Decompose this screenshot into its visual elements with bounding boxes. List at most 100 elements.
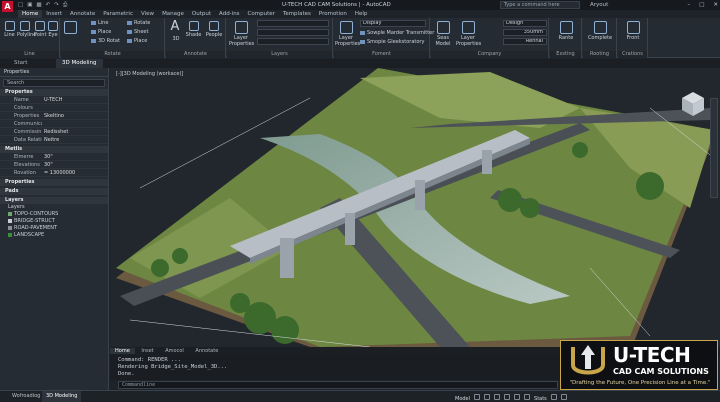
prop-row[interactable]: Rovation = 13000000 <box>0 169 108 177</box>
tab-computer[interactable]: Computer <box>244 10 279 18</box>
section-layers[interactable]: Layers <box>0 197 108 204</box>
layer-state-dropdown[interactable] <box>257 29 329 36</box>
prop-row[interactable]: Communication <box>0 120 108 128</box>
tab-manage[interactable]: Manage <box>158 10 188 18</box>
text-button[interactable]: A <box>169 19 181 34</box>
front-button[interactable]: Front <box>621 21 645 41</box>
place2-tool[interactable]: Place <box>127 38 147 44</box>
layer-dropdown[interactable] <box>257 20 329 27</box>
prop-row[interactable]: Elmerre 30" <box>0 153 108 161</box>
modify-button[interactable] <box>63 21 77 35</box>
tab-home-layout[interactable]: Home <box>110 348 135 354</box>
grid-icon[interactable] <box>474 394 481 400</box>
layer-properties-button[interactable]: Layer Properties <box>229 21 254 47</box>
viewport-label[interactable]: [-][3D Modeling (workace)] <box>116 71 183 77</box>
tab-parametric[interactable]: Parametric <box>99 10 137 18</box>
prop-row[interactable]: Colours <box>0 104 108 112</box>
prop-row[interactable]: Data RelationNeitre <box>0 136 108 144</box>
tab-layout-1[interactable]: Wofroadiog <box>8 391 44 402</box>
polyline-button[interactable]: Polyline <box>17 21 36 38</box>
tab-help[interactable]: Help <box>351 10 372 18</box>
layer-row[interactable]: BRIDGE-STRUCT <box>0 218 108 225</box>
tab-templates[interactable]: Templates <box>279 10 315 18</box>
model-viewport[interactable]: [-][3D Modeling (workace)] <box>110 68 720 347</box>
transmitter-tool[interactable]: Sowple Marder Transmitter <box>360 30 434 36</box>
layer-row[interactable]: ROAD-PAVEMENT <box>0 225 108 232</box>
section-properties-2[interactable]: Properties <box>0 179 108 186</box>
display-dropdown[interactable]: Display <box>360 20 426 27</box>
prop-row[interactable]: CommissinNameRedisshet <box>0 128 108 136</box>
properties-search-input[interactable]: Search <box>3 79 105 87</box>
seas-model-button[interactable]: Seas Model <box>432 21 454 47</box>
model-space-toggle[interactable]: Model <box>455 394 470 402</box>
user-account[interactable]: Aryout <box>590 0 608 10</box>
minimize-button[interactable]: – <box>687 0 690 10</box>
command-input[interactable]: Commandline <box>118 381 558 389</box>
section-metlis[interactable]: Metlis <box>0 146 108 153</box>
undo-icon[interactable]: ↶ <box>46 0 51 10</box>
plot-icon[interactable]: ⎙ <box>63 0 67 10</box>
tab-layout-3d[interactable]: 3D Modeling <box>42 391 82 402</box>
line-tool[interactable]: Line <box>91 20 108 26</box>
complete-button[interactable]: Complete <box>586 21 614 41</box>
rante-button[interactable]: Rante <box>554 21 578 41</box>
tab-3d-modeling[interactable]: 3D Modeling <box>56 59 103 68</box>
polar-icon[interactable] <box>504 394 511 400</box>
place-tool[interactable]: Place <box>91 29 111 35</box>
snap-icon[interactable] <box>484 394 491 400</box>
point-button[interactable]: Point <box>34 21 46 38</box>
quick-access-toolbar: □ ▣ ▩ ↶ ↷ ⎙ <box>18 0 67 10</box>
prop-row[interactable]: Properties Skeltino <box>0 112 108 120</box>
tab-annotate[interactable]: Annotate <box>66 10 99 18</box>
design-dropdown[interactable]: Design <box>503 20 547 27</box>
rotate-tool[interactable]: Rotate <box>127 20 150 26</box>
rotate3d-tool[interactable]: 3D Rotat <box>91 38 120 44</box>
prop-row[interactable]: Elevations 30" <box>0 161 108 169</box>
thickness-field[interactable]: 350mm <box>503 29 547 36</box>
layer-row[interactable]: TOPO-CONTOURS <box>0 211 108 218</box>
layer-properties-button-2[interactable]: Layer Properties <box>335 21 360 47</box>
title-search-input[interactable]: Type a command here <box>500 1 580 9</box>
tab-output[interactable]: Output <box>188 10 215 18</box>
customize-icon[interactable] <box>560 394 567 400</box>
shade-button[interactable]: Shade <box>185 21 202 38</box>
lineweight-icon[interactable] <box>524 394 531 400</box>
tab-amocol[interactable]: Amocol <box>160 348 189 354</box>
layer-color-swatch <box>8 218 12 223</box>
osnap-icon[interactable] <box>514 394 521 400</box>
ortho-icon[interactable] <box>494 394 501 400</box>
redo-icon[interactable]: ↷ <box>54 0 59 10</box>
maximize-button[interactable]: □ <box>699 0 704 10</box>
tab-addins[interactable]: Add-ins <box>215 10 244 18</box>
button-3d[interactable]: 3D <box>170 36 182 42</box>
viewcube[interactable] <box>680 90 706 118</box>
close-button[interactable]: ✕ <box>713 0 718 10</box>
tab-promotion[interactable]: Promotion <box>315 10 351 18</box>
stats-toggle[interactable]: Stats <box>534 394 547 402</box>
gleek-tool[interactable]: Smopie Gleekstoratory <box>360 39 424 45</box>
line-button[interactable]: Line <box>3 21 16 38</box>
tab-inset[interactable]: Inset <box>136 348 158 354</box>
workspace-icon[interactable] <box>550 394 557 400</box>
navigation-bar[interactable] <box>710 98 718 198</box>
rennal-dropdown[interactable]: Rennal <box>503 38 547 45</box>
tab-start[interactable]: Start <box>8 59 33 68</box>
save-icon[interactable]: ▩ <box>36 0 41 10</box>
new-icon[interactable]: □ <box>18 0 23 10</box>
open-icon[interactable]: ▣ <box>27 0 32 10</box>
section-properties[interactable]: Propertes <box>0 89 108 96</box>
eye-button[interactable]: Eye <box>47 21 59 38</box>
section-pads[interactable]: Pads <box>0 188 108 195</box>
layer-row[interactable]: LANDSCAPE <box>0 232 108 239</box>
autocad-logo[interactable]: A <box>2 1 13 12</box>
tab-annotate-layout[interactable]: Annotate <box>190 348 223 354</box>
sheet-tool[interactable]: Sheet <box>127 29 148 35</box>
prop-row[interactable]: Name U-TECH <box>0 96 108 104</box>
tab-insert[interactable]: Insert <box>42 10 66 18</box>
tab-home[interactable]: Home <box>18 10 43 18</box>
layer-tools-row[interactable] <box>257 38 329 45</box>
layers-header[interactable]: Layers <box>0 204 108 211</box>
people-button[interactable]: People <box>204 21 224 38</box>
layer-properties-button-3[interactable]: Layer Properties <box>456 21 481 47</box>
tab-view[interactable]: View <box>137 10 158 18</box>
